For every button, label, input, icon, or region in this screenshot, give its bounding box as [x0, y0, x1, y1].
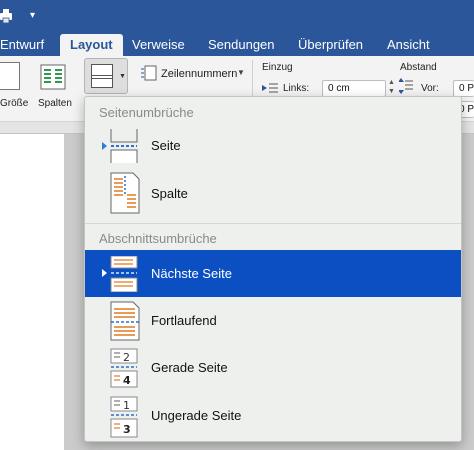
even-page-bottom-number: 4: [123, 374, 131, 387]
menu-divider: [85, 223, 461, 224]
breaks-chevron-icon: ▼: [119, 73, 126, 80]
indent-left-input[interactable]: 0 cm: [322, 80, 386, 97]
menu-item-label: Gerade Seite: [151, 360, 228, 375]
column-break-icon: [110, 172, 140, 214]
menu-item-label: Nächste Seite: [151, 266, 232, 281]
spacing-before-input[interactable]: 0 P: [453, 80, 474, 97]
section-header-section-breaks: Abschnittsumbrüche: [99, 231, 217, 246]
title-bar: ▾: [0, 0, 474, 34]
columns-icon[interactable]: [40, 64, 66, 90]
document-page[interactable]: [0, 134, 64, 450]
menu-item-column-break[interactable]: Spalte: [85, 170, 461, 217]
menu-item-label: Fortlaufend: [151, 313, 217, 328]
continuous-break-icon: [110, 301, 140, 341]
tab-ueberpruefen[interactable]: Überprüfen: [298, 34, 363, 56]
customize-toolbar-chevron-icon[interactable]: ▾: [30, 10, 35, 21]
print-icon[interactable]: [0, 8, 14, 24]
size-button-label[interactable]: Größe: [0, 98, 28, 109]
menu-item-continuous[interactable]: Fortlaufend: [85, 297, 461, 344]
indent-left-label: Links:: [283, 83, 310, 94]
spacing-before-label: Vor:: [421, 83, 439, 94]
menu-item-odd-page[interactable]: 1 3 Ungerade Seite: [85, 392, 461, 439]
menu-item-label: Seite: [151, 138, 181, 153]
tab-sendungen[interactable]: Sendungen: [208, 34, 275, 56]
columns-button-label[interactable]: Spalten: [38, 98, 72, 109]
section-header-page-breaks: Seitenumbrüche: [99, 105, 194, 120]
tab-verweise[interactable]: Verweise: [132, 34, 185, 56]
indent-left-stepper[interactable]: ▲ ▼: [388, 78, 395, 96]
selection-marker-icon: [102, 142, 107, 150]
spacing-before-icon: [399, 78, 413, 94]
size-icon[interactable]: [0, 62, 20, 90]
tab-layout[interactable]: Layout: [60, 34, 123, 56]
selection-marker-icon: [102, 269, 107, 277]
page-break-icon: [110, 129, 138, 163]
tab-ansicht[interactable]: Ansicht: [387, 34, 430, 56]
breaks-icon: [91, 64, 113, 88]
odd-page-top-number: 1: [123, 399, 130, 412]
menu-item-page-break[interactable]: Seite: [85, 123, 461, 170]
indent-group-label: Einzug: [262, 62, 293, 73]
spacing-group-label: Abstand: [400, 62, 437, 73]
tab-entwurf[interactable]: Entwurf: [0, 34, 44, 56]
menu-item-even-page[interactable]: 2 4 Gerade Seite: [85, 344, 461, 391]
menu-item-next-page[interactable]: Nächste Seite: [85, 250, 461, 297]
breaks-button[interactable]: ▼: [84, 58, 128, 94]
line-numbers-icon[interactable]: [141, 65, 157, 81]
ribbon-tab-bar: Entwurf Layout Verweise Sendungen Überpr…: [0, 34, 474, 56]
menu-item-label: Spalte: [151, 186, 188, 201]
breaks-dropdown-menu: Seitenumbrüche Seite Spalte Abschnittsum…: [84, 96, 462, 442]
line-numbers-chevron-icon[interactable]: ▼: [237, 68, 245, 77]
line-numbers-button[interactable]: Zeilennummern: [161, 68, 237, 80]
even-page-top-number: 2: [123, 351, 130, 364]
even-page-break-icon: 2 4: [110, 348, 138, 388]
odd-page-bottom-number: 3: [123, 423, 131, 436]
menu-item-label: Ungerade Seite: [151, 408, 242, 423]
indent-left-icon: [262, 83, 278, 93]
odd-page-break-icon: 1 3: [110, 396, 138, 438]
next-page-break-icon: [110, 256, 138, 292]
